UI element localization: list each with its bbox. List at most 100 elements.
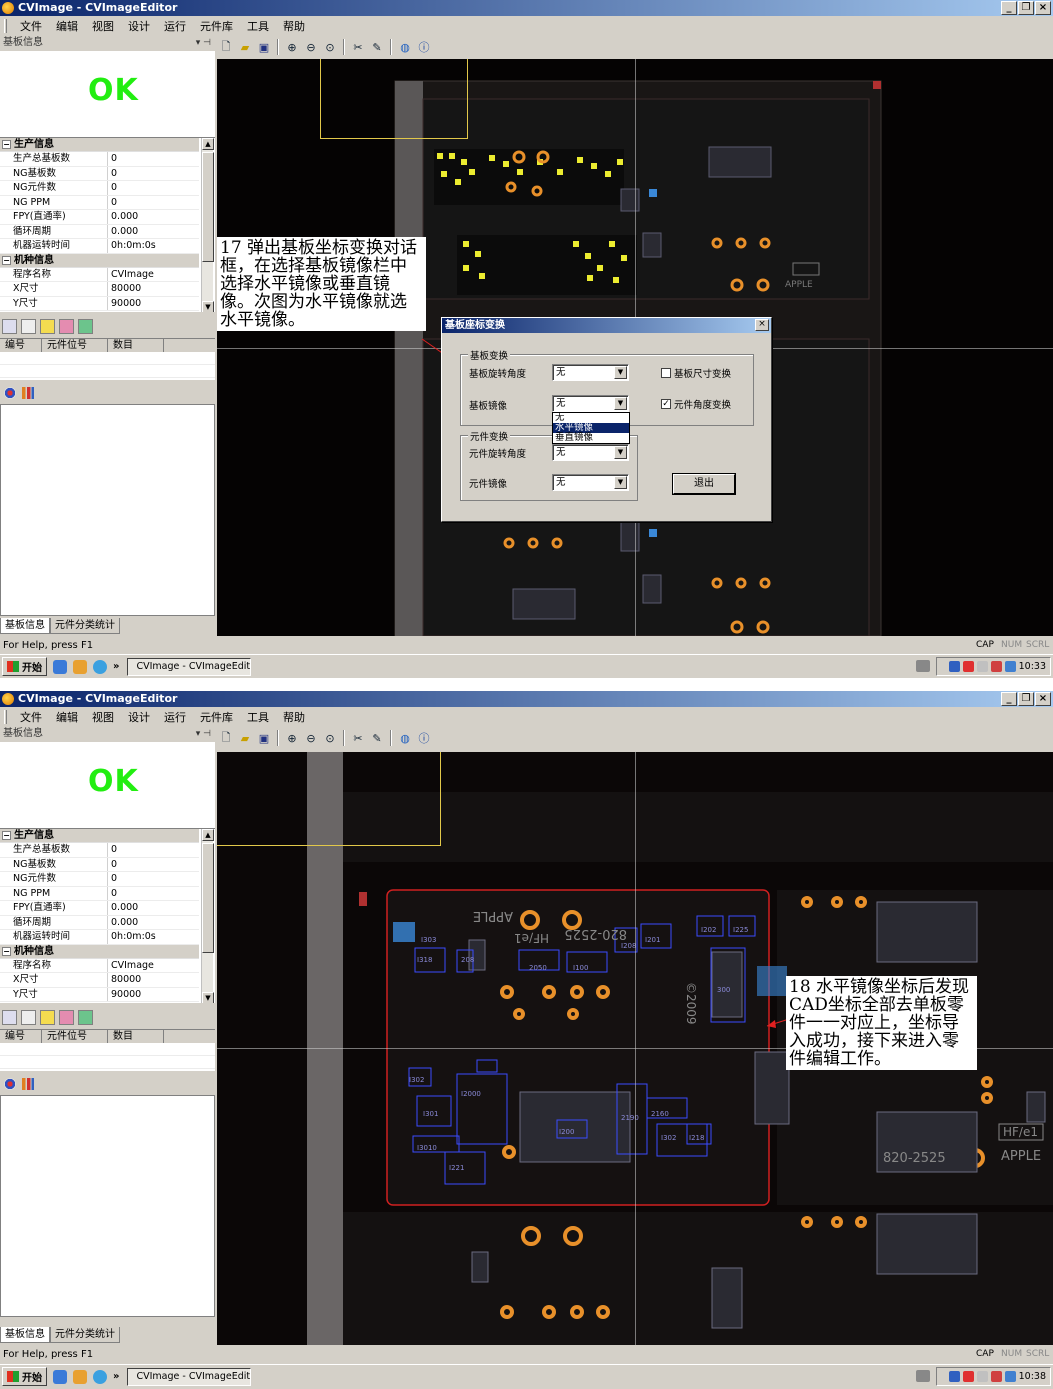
dropdown-arrow-icon[interactable]: ▼ bbox=[614, 446, 627, 459]
tray-network-icon[interactable] bbox=[948, 661, 960, 672]
collapse-icon[interactable]: − bbox=[2, 946, 11, 956]
refresh-icon[interactable] bbox=[2, 1009, 17, 1025]
category-production[interactable]: − 生产信息 bbox=[0, 829, 199, 843]
col-count[interactable]: 数目 bbox=[108, 339, 164, 352]
category-model[interactable]: − 机种信息 bbox=[0, 253, 199, 268]
taskbar-window-button[interactable]: CVImage - CVImageEditor bbox=[127, 657, 252, 676]
collapse-icon[interactable]: − bbox=[2, 255, 11, 265]
collapse-icon[interactable]: − bbox=[2, 140, 11, 149]
tools-icon[interactable]: ✂ bbox=[350, 730, 366, 746]
dropdown-arrow-icon[interactable]: ▼ bbox=[614, 397, 627, 410]
list-item[interactable] bbox=[0, 352, 215, 365]
quicklaunch-app-icon[interactable] bbox=[73, 659, 87, 674]
minimize-button[interactable]: _ bbox=[1001, 692, 1017, 706]
collapse-icon[interactable]: − bbox=[2, 831, 11, 840]
save-icon[interactable]: ▣ bbox=[256, 730, 272, 746]
start-button[interactable]: 开始 bbox=[2, 657, 47, 676]
start-button[interactable]: 开始 bbox=[2, 1367, 47, 1386]
board-mirror-select[interactable]: 无 ▼ bbox=[552, 395, 629, 412]
tab-board-info[interactable]: 基板信息 bbox=[0, 618, 50, 634]
save-icon[interactable]: ▣ bbox=[256, 39, 272, 55]
quicklaunch-desktop-icon[interactable] bbox=[53, 1369, 67, 1384]
menu-tools[interactable]: 工具 bbox=[240, 18, 276, 34]
new-file-icon[interactable]: 🗋 bbox=[218, 39, 234, 55]
menu-run[interactable]: 运行 bbox=[157, 18, 193, 34]
zoom-fit-icon[interactable]: ⊙ bbox=[322, 730, 338, 746]
target-icon[interactable] bbox=[4, 1078, 16, 1090]
board-rotation-select[interactable]: 无 ▼ bbox=[552, 364, 629, 381]
refresh-icon[interactable] bbox=[2, 318, 17, 334]
tray-lang-icon[interactable] bbox=[1004, 1371, 1016, 1382]
tray-antivirus-icon[interactable] bbox=[962, 661, 974, 672]
quicklaunch-desktop-icon[interactable] bbox=[53, 659, 67, 674]
exit-button[interactable]: 退出 bbox=[673, 474, 735, 494]
open-folder-icon[interactable]: ▰ bbox=[237, 39, 253, 55]
list-item[interactable] bbox=[0, 1043, 215, 1056]
edit-list-icon[interactable] bbox=[21, 318, 36, 334]
scroll-down-icon[interactable]: ▼ bbox=[202, 992, 214, 1003]
tab-board-info[interactable]: 基板信息 bbox=[0, 1327, 50, 1343]
printer-icon[interactable] bbox=[916, 1370, 930, 1382]
tab-part-stats[interactable]: 元件分类统计 bbox=[50, 1327, 120, 1343]
pcb-image-canvas[interactable]: I303 I318 208 2050 I100 I208 I201 I202 I225 30… bbox=[217, 752, 1053, 1345]
restore-button[interactable]: ❐ bbox=[1018, 692, 1034, 706]
ie-browser-icon[interactable] bbox=[93, 1369, 107, 1384]
menu-view[interactable]: 视图 bbox=[85, 18, 121, 34]
tray-volume-icon[interactable] bbox=[976, 661, 988, 672]
bar-chart-icon[interactable] bbox=[22, 1078, 34, 1090]
tray-lang-icon[interactable] bbox=[1004, 661, 1016, 672]
tools-icon[interactable]: ✂ bbox=[350, 39, 366, 55]
info-icon[interactable]: ⓘ bbox=[416, 39, 432, 55]
green-filter-icon[interactable] bbox=[78, 1009, 93, 1025]
option-vertical-mirror[interactable]: 垂直镜像 bbox=[553, 433, 629, 443]
pin-icon[interactable]: ▾ ⊣ bbox=[196, 726, 211, 742]
part-rotation-select[interactable]: 无 ▼ bbox=[552, 444, 629, 461]
zoom-out-icon[interactable]: ⊖ bbox=[303, 730, 319, 746]
printer-icon[interactable] bbox=[916, 660, 930, 672]
globe-icon[interactable]: ◍ bbox=[397, 730, 413, 746]
menu-file[interactable]: 文件 bbox=[13, 18, 49, 34]
yellow-filter-icon[interactable] bbox=[40, 318, 55, 334]
pink-filter-icon[interactable] bbox=[59, 318, 74, 334]
scroll-thumb[interactable] bbox=[202, 152, 214, 262]
tray-volume-icon[interactable] bbox=[976, 1371, 988, 1382]
scroll-thumb[interactable] bbox=[202, 843, 214, 953]
tab-part-stats[interactable]: 元件分类统计 bbox=[50, 618, 120, 634]
open-folder-icon[interactable]: ▰ bbox=[237, 730, 253, 746]
col-count[interactable]: 数目 bbox=[108, 1030, 164, 1043]
quicklaunch-app-icon[interactable] bbox=[73, 1369, 87, 1384]
menu-design[interactable]: 设计 bbox=[121, 709, 157, 725]
list-item[interactable] bbox=[0, 365, 215, 378]
dropdown-arrow-icon[interactable]: ▼ bbox=[614, 366, 627, 379]
part-angle-checkbox[interactable]: ✓ bbox=[661, 399, 671, 409]
pcb-image-canvas[interactable]: APPLE 17 弹出基板坐标变换对话框，在选择基板镜像栏中选择水平镜像或垂直镜… bbox=[217, 59, 1053, 636]
chevron-right-icon[interactable]: » bbox=[113, 1371, 119, 1382]
menu-design[interactable]: 设计 bbox=[121, 18, 157, 34]
zoom-fit-icon[interactable]: ⊙ bbox=[322, 39, 338, 55]
edit-icon[interactable]: ✎ bbox=[369, 39, 385, 55]
yellow-filter-icon[interactable] bbox=[40, 1009, 55, 1025]
chevron-right-icon[interactable]: » bbox=[113, 661, 119, 672]
zoom-out-icon[interactable]: ⊖ bbox=[303, 39, 319, 55]
minimize-button[interactable]: _ bbox=[1001, 1, 1017, 15]
pink-filter-icon[interactable] bbox=[59, 1009, 74, 1025]
taskbar-window-button[interactable]: CVImage - CVImageEditor bbox=[127, 1367, 252, 1386]
menu-run[interactable]: 运行 bbox=[157, 709, 193, 725]
restore-button[interactable]: ❐ bbox=[1018, 1, 1034, 15]
col-number[interactable]: 编号 bbox=[0, 1030, 42, 1043]
tray-network-icon[interactable] bbox=[948, 1371, 960, 1382]
zoom-in-icon[interactable]: ⊕ bbox=[284, 39, 300, 55]
pin-icon[interactable]: ▾ ⊣ bbox=[196, 35, 211, 51]
close-button[interactable]: × bbox=[1035, 1, 1051, 15]
new-file-icon[interactable]: 🗋 bbox=[218, 730, 234, 746]
zoom-in-icon[interactable]: ⊕ bbox=[284, 730, 300, 746]
menu-view[interactable]: 视图 bbox=[85, 709, 121, 725]
tray-status-icon[interactable] bbox=[990, 661, 1002, 672]
tray-antivirus-icon[interactable] bbox=[962, 1371, 974, 1382]
menu-tools[interactable]: 工具 bbox=[240, 709, 276, 725]
col-refdes[interactable]: 元件位号 bbox=[42, 1030, 108, 1043]
menu-file[interactable]: 文件 bbox=[13, 709, 49, 725]
scroll-down-icon[interactable]: ▼ bbox=[202, 301, 214, 312]
menu-edit[interactable]: 编辑 bbox=[49, 18, 85, 34]
menu-help[interactable]: 帮助 bbox=[276, 18, 312, 34]
